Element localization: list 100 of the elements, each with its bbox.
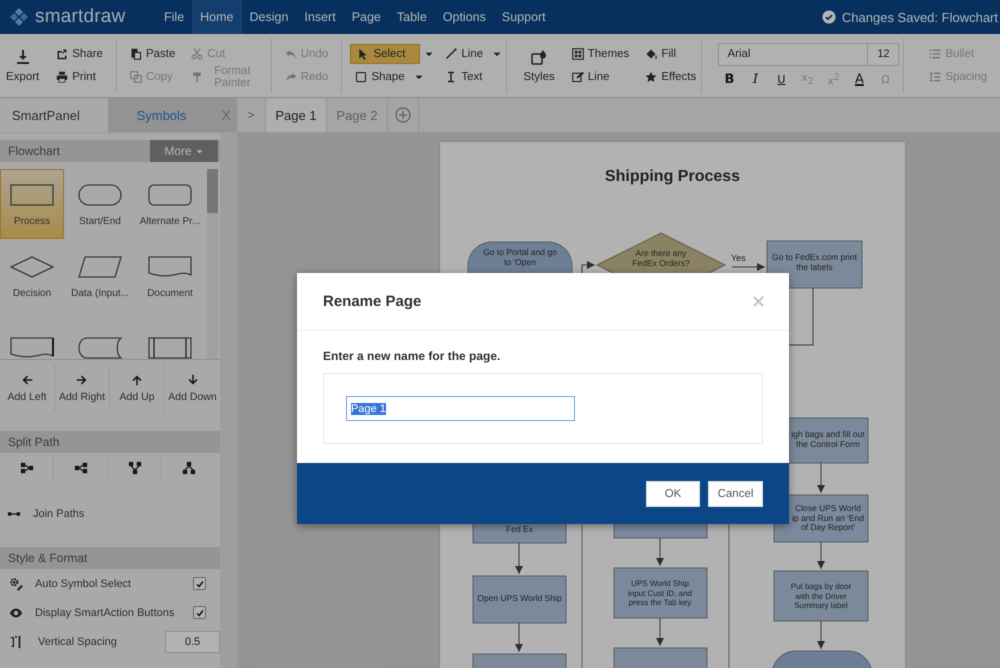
checkbox[interactable] [193,606,206,619]
menu-item[interactable]: Table [388,0,435,34]
scissors-icon [191,48,204,60]
menu-item[interactable]: Insert [296,0,344,34]
split-path-icon [128,461,142,475]
save-status: Changes Saved: Flowchart [842,10,998,24]
copy-icon [130,71,142,83]
format-button[interactable]: I [744,70,766,88]
section-title: Split Path [8,435,60,449]
format-button[interactable]: B [718,70,740,88]
more-button[interactable]: More [150,140,218,162]
add-button[interactable]: Add Down [165,364,220,412]
menu-item[interactable]: Options [434,0,494,34]
format-button[interactable]: A [848,70,870,88]
check-icon [194,608,204,618]
share-icon [56,48,68,60]
connector-arrow [515,622,523,652]
shape-tile[interactable]: Alternate Pr... [136,169,204,239]
number-field[interactable]: 0.5 [165,630,220,652]
arrow-right-icon [76,374,88,386]
name-field[interactable]: Page 1 [346,396,575,421]
shape-label: Process [14,216,50,227]
ribbon-button[interactable]: Styles [521,46,557,84]
option-label: Vertical Spacing [37,636,118,648]
node-label: igh bags and fill out the Control Form [791,430,865,449]
diagram-title: Shipping Process [604,168,740,186]
cancel-button[interactable]: Cancel [708,480,763,506]
ribbon-button[interactable]: Line [440,44,488,64]
scrollbar[interactable] [207,169,218,359]
redo-icon [284,71,297,83]
star-icon [645,71,658,83]
arrow-down-icon [186,374,198,386]
shape-tile[interactable]: Data (Input... [66,241,134,311]
add-button[interactable]: Add Right [55,364,110,412]
shape-label: Start/End [79,216,121,227]
ribbon-button[interactable]: Line [566,67,615,87]
menu-item[interactable]: Page [344,0,389,34]
format-button[interactable]: U [770,70,792,88]
shape-tile[interactable]: Process [0,169,64,239]
shape-tile[interactable]: Start/End [66,169,134,239]
ribbon-button[interactable]: Export [4,46,42,84]
node-label: Are there any FedEx Orders? [631,249,691,268]
node-label: Close UPS World ip and Run an 'End of Day Report' [791,504,865,532]
pencil-icon [572,71,584,83]
add-page-icon[interactable] [395,107,411,123]
split-path-icon [20,461,34,475]
connector-arrow [656,538,664,566]
node-label: Fed Ex [505,525,534,534]
logo-icon [9,7,29,27]
arrow-left-icon [21,374,33,386]
font-size-field[interactable]: 12 [868,42,900,66]
font-field[interactable]: Arial [718,42,868,66]
dialog-prompt: Enter a new name for the page. [323,349,502,363]
connector-arrow [515,542,523,574]
connector-label: Yes [731,253,746,263]
scrollbar-thumb[interactable] [207,169,218,213]
split-path-icon [182,461,196,475]
ribbon-button[interactable]: Paste [124,44,180,64]
section-title: Style & Format [8,551,88,565]
connector-arrow [656,618,664,646]
page-tab[interactable]: Page 1 [266,98,327,132]
section-title: Flowchart [8,144,60,158]
shape-label: Decision [12,288,52,299]
join-paths-button[interactable]: Join Paths [7,501,84,527]
cursor-icon [357,48,370,60]
ribbon-button[interactable]: Themes [566,44,634,64]
ok-button[interactable]: OK [646,480,700,506]
ribbon-button[interactable]: Effects [640,67,702,87]
menu-item[interactable]: Support [494,0,554,34]
ribbon-button[interactable]: Shape [350,67,410,87]
printer-icon [56,71,68,83]
connector-line [788,288,814,346]
menu-item[interactable]: Home [192,0,242,34]
clipboard-icon [130,48,142,60]
node-label: Go to FedEx.com print the labels [771,253,858,272]
node-label: Put bags by door with the Driver Summary label [790,582,852,610]
ribbon-button[interactable]: Select [350,44,420,64]
spacing-icon [9,634,23,648]
line-spacing-icon [929,71,942,83]
ribbon-button[interactable]: Fill [640,44,682,64]
download-icon [14,48,31,64]
shape-tile[interactable]: Decision [0,241,64,311]
paint-bucket-icon [645,48,658,60]
add-button[interactable]: Add Left [0,364,55,412]
panel-tab[interactable]: SmartPanel [0,98,108,132]
undo-icon [284,48,297,60]
connector-arrow [732,263,766,271]
app-logo: smartdraw [35,6,126,28]
ribbon-button[interactable]: Text [440,67,488,87]
shape-tile[interactable]: Document [136,241,204,311]
arrow-up-icon [131,374,143,386]
menu-item[interactable]: File [156,0,192,34]
checkbox[interactable] [193,577,206,590]
node-label: Go to Portal and go to 'Open [482,248,558,267]
ribbon-button[interactable]: Print [51,67,101,87]
node-label: Open UPS World Ship [476,594,563,604]
ribbon-button[interactable]: Share [51,44,108,64]
add-button[interactable]: Add Up [110,364,165,412]
shape-label: Alternate Pr... [140,216,200,227]
menu-item[interactable]: Design [242,0,296,34]
